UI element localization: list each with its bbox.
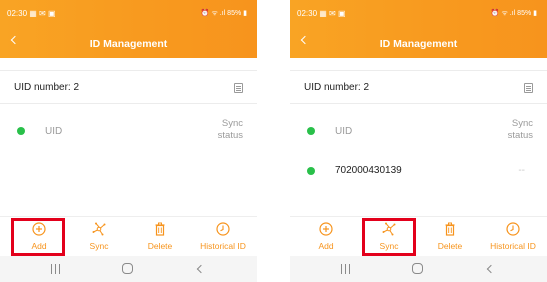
add-button[interactable]: Add <box>305 217 347 257</box>
sync-network-icon <box>382 222 396 236</box>
notification-icons: ▦ ✉ ▣ <box>319 9 346 18</box>
status-time: 02:30 <box>7 9 28 18</box>
column-uid: UID <box>335 126 353 137</box>
column-sync-status-line2: status <box>507 130 533 141</box>
phone-screen-left: 02:30 ▦ ✉ ▣ ⏰ ᯤ .ıl 85% ▮ ID Management … <box>0 0 257 282</box>
plus-circle-icon <box>32 222 46 236</box>
sync-network-icon <box>92 222 106 236</box>
historical-id-label: Historical ID <box>200 241 246 251</box>
historical-id-button[interactable]: Historical ID <box>480 217 546 257</box>
historical-id-button[interactable]: Historical ID <box>190 217 256 257</box>
sync-label: Sync <box>89 241 109 251</box>
status-bar-right: ⏰ ᯤ .ıl 85% ▮ <box>490 10 537 17</box>
add-label: Add <box>318 241 334 251</box>
column-header-row: UID Sync status <box>0 112 257 152</box>
list-icon[interactable] <box>234 83 243 93</box>
delete-label: Delete <box>147 241 173 251</box>
plus-circle-icon <box>319 222 333 236</box>
historical-id-label: Historical ID <box>490 241 536 251</box>
delete-button[interactable]: Delete <box>428 217 472 257</box>
page-title: ID Management <box>89 38 168 50</box>
app-bar: 02:30 ▦ ✉ ▣ ⏰ ᯤ .ıl 85% ▮ ID Management <box>0 0 257 58</box>
sync-button[interactable]: Sync <box>368 217 410 257</box>
table-row[interactable]: 702000430139 -- <box>290 158 547 184</box>
notification-icons: ▦ ✉ ▣ <box>29 9 56 18</box>
add-label: Add <box>31 241 47 251</box>
system-nav-bar <box>0 256 257 282</box>
column-sync-status-line2: status <box>217 130 243 141</box>
uid-count-bar: UID number: 2 <box>290 70 547 104</box>
delete-button[interactable]: Delete <box>138 217 182 257</box>
status-bar-left: 02:30 ▦ ✉ ▣ <box>7 9 56 18</box>
app-bar: 02:30 ▦ ✉ ▣ ⏰ ᯤ .ıl 85% ▮ ID Management <box>290 0 547 58</box>
list-icon[interactable] <box>524 83 533 93</box>
home-icon[interactable] <box>122 263 133 274</box>
status-dot-icon <box>307 127 315 135</box>
sync-button[interactable]: Sync <box>78 217 120 257</box>
column-sync-status: Sync status <box>473 118 533 142</box>
action-toolbar: Add Sync Delete Historical ID <box>0 216 257 256</box>
nav-back-icon[interactable] <box>196 264 206 274</box>
status-bar-left: 02:30 ▦ ✉ ▣ <box>297 9 346 18</box>
uid-count: UID number: 2 <box>14 82 80 93</box>
home-icon[interactable] <box>412 263 423 274</box>
uid-count-bar: UID number: 2 <box>0 70 257 104</box>
column-sync-status-line1: Sync <box>511 118 533 129</box>
action-toolbar: Add Sync Delete Historical ID <box>290 216 547 256</box>
delete-label: Delete <box>437 241 463 251</box>
nav-back-icon[interactable] <box>486 264 496 274</box>
status-bar-right: ⏰ ᯤ .ıl 85% ▮ <box>200 10 247 17</box>
row-uid: 702000430139 <box>335 165 402 176</box>
status-time: 02:30 <box>297 9 318 18</box>
system-nav-bar <box>290 256 547 282</box>
row-sync-status: -- <box>518 165 525 176</box>
phone-screen-right: 02:30 ▦ ✉ ▣ ⏰ ᯤ .ıl 85% ▮ ID Management … <box>290 0 547 282</box>
page-title: ID Management <box>379 38 458 50</box>
clock-icon <box>506 222 520 236</box>
sync-label: Sync <box>379 241 399 251</box>
trash-icon <box>445 222 455 236</box>
uid-count: UID number: 2 <box>304 82 370 93</box>
recent-apps-icon[interactable] <box>340 264 352 274</box>
status-dot-icon <box>307 167 315 175</box>
recent-apps-icon[interactable] <box>50 264 62 274</box>
column-uid: UID <box>45 126 63 137</box>
column-sync-status: Sync status <box>183 118 243 142</box>
add-button[interactable]: Add <box>18 217 60 257</box>
clock-icon <box>216 222 230 236</box>
column-sync-status-line1: Sync <box>221 118 243 129</box>
column-header-row: UID Sync status <box>290 112 547 152</box>
trash-icon <box>155 222 165 236</box>
status-dot-icon <box>17 127 25 135</box>
